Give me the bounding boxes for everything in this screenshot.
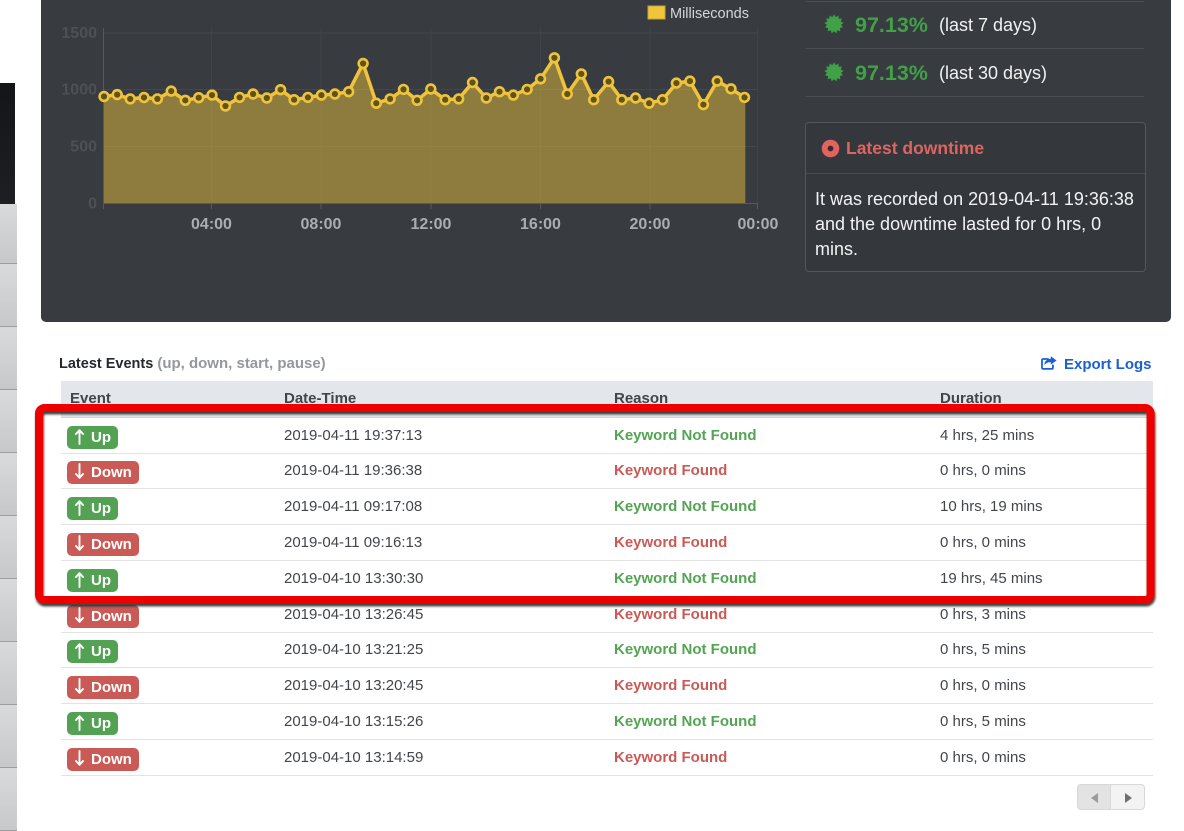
svg-text:04:00: 04:00 [191, 216, 232, 233]
svg-text:500: 500 [70, 139, 97, 156]
svg-text:1500: 1500 [61, 25, 97, 42]
svg-text:08:00: 08:00 [301, 216, 342, 233]
svg-text:16:00: 16:00 [520, 216, 561, 233]
svg-text:1000: 1000 [61, 82, 97, 99]
svg-text:0: 0 [88, 196, 97, 213]
svg-text:20:00: 20:00 [630, 216, 671, 233]
svg-text:12:00: 12:00 [411, 216, 452, 233]
svg-text:00:00: 00:00 [738, 216, 779, 233]
svg-text:Milliseconds: Milliseconds [670, 6, 749, 22]
